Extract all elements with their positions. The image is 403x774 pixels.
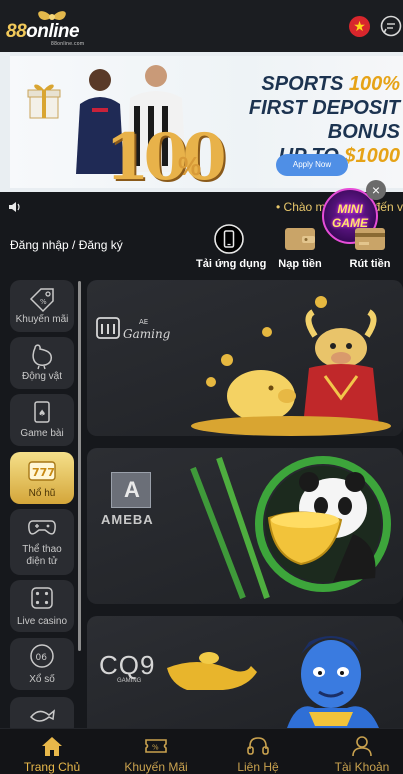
lottery-ball-icon: 06 <box>30 644 54 668</box>
dice-icon <box>31 587 53 609</box>
playing-card-icon: ♠ <box>34 401 50 423</box>
headset-icon <box>247 737 269 755</box>
category-label: Live casino <box>16 616 68 627</box>
headline-percent: 100% <box>348 73 400 95</box>
minigame-label-1: MINI <box>337 202 363 216</box>
banner-image: 100 % SPORTS 100% FIRST DEPOSIT BONUS UP… <box>10 56 403 192</box>
gift-box-icon <box>27 84 61 119</box>
withdraw-label: Rút tiền <box>349 258 391 270</box>
category-label: Game bài <box>20 428 64 439</box>
slot-777-icon: 777 <box>28 461 56 481</box>
app-screen: 88online 88online.com ★ 100 % SPORTS 100… <box>0 0 403 774</box>
svg-text:♠: ♠ <box>38 409 46 419</box>
ae-gaming-word: Gaming <box>123 327 171 341</box>
gamepad-icon <box>28 520 56 535</box>
logo-wordmark: 88online <box>6 21 80 43</box>
withdraw-button[interactable]: Rút tiền <box>346 224 394 272</box>
ticket-icon: % <box>145 739 167 753</box>
download-app-button[interactable]: Tải ứng dụng <box>196 224 267 272</box>
svg-text:%: % <box>40 298 47 306</box>
promo-banner[interactable]: 100 % SPORTS 100% FIRST DEPOSIT BONUS UP… <box>0 52 403 192</box>
login-register-link[interactable]: Đăng nhập / Đăng ký <box>10 238 123 252</box>
category-live-casino[interactable]: Live casino <box>10 580 74 632</box>
svg-text:%: % <box>152 744 159 752</box>
download-app-label: Tải ứng dụng <box>196 258 267 270</box>
nav-home[interactable]: Trang Chủ <box>14 729 90 774</box>
category-card-games[interactable]: ♠ Game bài <box>10 394 74 446</box>
category-label: Thể thao điện tử <box>22 544 62 567</box>
banner-big-percent: % <box>178 151 202 181</box>
card-icon <box>355 228 385 250</box>
close-float-button[interactable]: × <box>366 180 386 200</box>
category-lottery[interactable]: 06 Xổ số <box>10 638 74 690</box>
ameba-logo-letter: A <box>124 477 140 502</box>
gift-tag-icon: % <box>29 288 54 313</box>
fish-icon <box>29 709 55 722</box>
nav-contact-label: Liên Hệ <box>237 760 279 774</box>
ameba-brand-text: AMEBA <box>101 512 154 527</box>
headline-amount: $1000 <box>344 145 400 167</box>
home-icon <box>42 737 62 756</box>
phone-icon <box>214 224 244 254</box>
speaker-icon <box>9 202 20 212</box>
deposit-label: Nạp tiền <box>278 258 322 270</box>
nav-contact[interactable]: Liên Hệ <box>222 729 294 774</box>
top-header: 88online 88online.com ★ <box>0 0 403 52</box>
category-label: Xổ số <box>29 674 55 685</box>
nav-account-label: Tài Khoản <box>334 760 390 774</box>
category-label: Động vật <box>21 371 63 382</box>
ox-and-gold-pig-art <box>191 296 391 436</box>
cq9-brand-text: CQ9 <box>99 650 156 680</box>
nav-promotions-label: Khuyến Mãi <box>124 760 188 774</box>
nav-account[interactable]: Tài Khoản <box>322 729 402 774</box>
category-scrollbar[interactable] <box>78 281 81 651</box>
svg-text:06: 06 <box>36 653 48 663</box>
game-provider-card-ae[interactable]: AE Gaming <box>87 280 403 436</box>
category-promotions[interactable]: % Khuyến mãi <box>10 280 74 332</box>
ae-mark: AE <box>139 318 148 326</box>
cq9-brand-sub: GAMING <box>117 678 142 684</box>
panda-and-bamboo-art <box>190 456 391 600</box>
user-icon <box>352 736 372 757</box>
logo-text-88: 88 <box>6 21 27 42</box>
ameba-logo-box: A <box>111 472 151 508</box>
logo-text-online: online <box>26 21 80 42</box>
deposit-button[interactable]: Nạp tiền <box>275 224 325 272</box>
category-esports[interactable]: Thể thao điện tử <box>10 509 74 575</box>
rooster-icon <box>32 344 53 370</box>
logo-domain: 88online.com <box>51 41 85 47</box>
brand-logo[interactable]: 88online 88online.com <box>4 8 108 48</box>
category-label: Nổ hũ <box>28 488 56 499</box>
headline-first-deposit: FIRST DEPOSIT BONUS <box>248 97 400 143</box>
chat-bubble-icon[interactable] <box>380 15 402 37</box>
category-animals[interactable]: Động vật <box>10 337 74 389</box>
nav-promotions[interactable]: % Khuyến Mãi <box>114 729 198 774</box>
genie-and-lamp-art <box>167 636 379 728</box>
banner-big-number: 100 <box>105 120 227 192</box>
category-label: Khuyến mãi <box>15 314 69 325</box>
apply-now-button[interactable]: Apply Now <box>276 154 348 176</box>
nav-home-label: Trang Chủ <box>23 760 81 774</box>
wallet-icon <box>285 228 315 250</box>
category-slots[interactable]: 777 Nổ hũ <box>10 452 74 504</box>
game-provider-card-cq9[interactable]: CQ9 GAMING <box>87 616 403 728</box>
ae-gaming-logo: AE Gaming <box>96 317 171 341</box>
bottom-navigation: Trang Chủ % Khuyến Mãi Liên Hệ Tài Khoản <box>0 728 403 774</box>
game-provider-card-ameba[interactable]: A AMEBA <box>87 448 403 604</box>
svg-text:777: 777 <box>32 466 55 479</box>
vietnam-flag-icon[interactable]: ★ <box>349 16 370 37</box>
headline-sports: SPORTS <box>261 73 349 95</box>
